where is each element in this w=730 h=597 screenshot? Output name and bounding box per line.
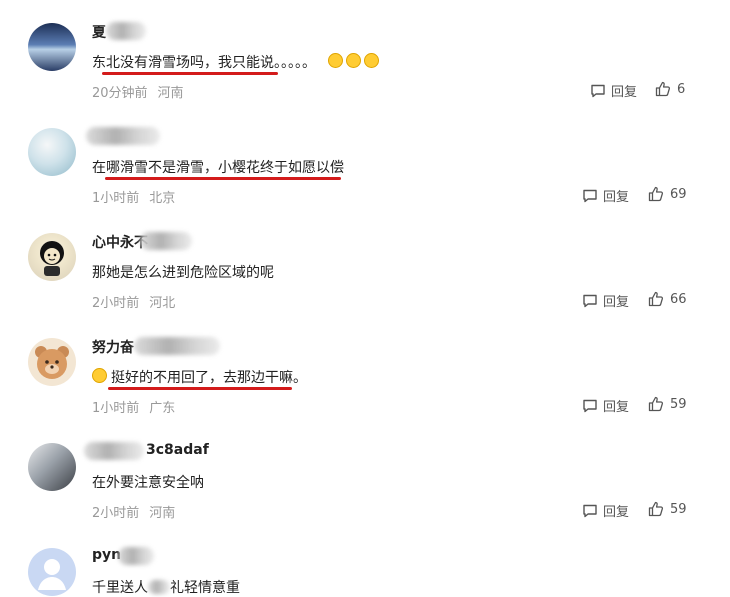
reply-button[interactable]: 回复 — [590, 81, 637, 100]
like-button[interactable]: 66 — [648, 291, 687, 307]
comment-bubble-icon — [582, 398, 598, 414]
reply-button[interactable]: 回复 — [582, 291, 629, 310]
thumbs-up-icon — [648, 291, 664, 307]
comment-text: 千里送人 礼轻情意重 — [92, 580, 240, 596]
smile-emoji-icon — [364, 53, 379, 68]
comment-item: 在哪滑雪不是滑雪，小樱花终于如愿以偿 1小时前 北京 回复 69 — [0, 105, 730, 210]
username[interactable]: 努力奋 — [92, 337, 134, 357]
comment-text: 在哪滑雪不是滑雪，小樱花终于如愿以偿 — [92, 160, 344, 176]
comment-bubble-icon — [582, 188, 598, 204]
default-user-icon — [38, 559, 66, 590]
username[interactable]: 夏 — [92, 22, 106, 42]
username[interactable]: 3c8adaf — [146, 442, 209, 458]
reply-button[interactable]: 回复 — [582, 186, 629, 205]
thumbs-up-icon — [648, 186, 664, 202]
like-button[interactable]: 6 — [655, 81, 685, 97]
comment-item: 心中永不 那她是怎么进到危险区域的呢 2小时前 河北 回复 66 — [0, 210, 730, 315]
comment-meta: 2小时前 河南 — [92, 506, 176, 521]
smile-emoji-icon — [92, 368, 107, 383]
blurred-username — [118, 547, 154, 565]
thumbs-up-icon — [648, 396, 664, 412]
blurred-text — [148, 580, 170, 594]
blurred-username — [84, 442, 144, 460]
like-button[interactable]: 69 — [648, 186, 687, 202]
thumbs-up-icon — [655, 81, 671, 97]
comment-item: 努力奋 挺好的不用回了，去那边干嘛。 1小时前 广东 回复 59 — [0, 315, 730, 420]
red-underline-annotation — [105, 177, 341, 180]
user-avatar[interactable] — [28, 443, 76, 491]
blurred-username — [86, 127, 160, 145]
comment-item: 3c8adaf 在外要注意安全呐 2小时前 河南 回复 59 — [0, 420, 730, 525]
comment-text: 那她是怎么进到危险区域的呢 — [92, 265, 274, 281]
blurred-username — [106, 22, 146, 40]
comment-bubble-icon — [582, 293, 598, 309]
like-button[interactable]: 59 — [648, 396, 687, 412]
comment-text: 在外要注意安全呐 — [92, 475, 204, 491]
comment-text: 东北没有滑雪场吗，我只能说。。。。。 — [92, 52, 379, 72]
user-avatar[interactable] — [28, 233, 76, 281]
comment-meta: 20分钟前 河南 — [92, 86, 184, 101]
smile-emoji-icon — [328, 53, 343, 68]
blurred-username — [134, 337, 220, 355]
cartoon-face-icon — [40, 241, 64, 276]
blurred-username — [140, 232, 192, 250]
thumbs-up-icon — [648, 501, 664, 517]
comment-text: 挺好的不用回了，去那边干嘛。 — [92, 367, 307, 387]
comment-item: 夏 东北没有滑雪场吗，我只能说。。。。。 20分钟前 河南 回复 6 — [0, 0, 730, 105]
username[interactable]: pyn — [92, 547, 121, 563]
comment-item: pyn 千里送人 礼轻情意重 — [0, 525, 730, 596]
reply-button[interactable]: 回复 — [582, 396, 629, 415]
red-underline-annotation — [108, 387, 292, 390]
bear-avatar-icon — [35, 346, 69, 379]
reply-button[interactable]: 回复 — [582, 501, 629, 520]
red-underline-annotation — [102, 72, 278, 75]
smile-emoji-icon — [346, 53, 361, 68]
comment-bubble-icon — [582, 503, 598, 519]
comment-bubble-icon — [590, 83, 606, 99]
user-avatar[interactable] — [28, 338, 76, 386]
user-avatar[interactable] — [28, 548, 76, 596]
user-avatar[interactable] — [28, 128, 76, 176]
comment-meta: 1小时前 广东 — [92, 401, 176, 416]
comment-meta: 1小时前 北京 — [92, 191, 176, 206]
comment-meta: 2小时前 河北 — [92, 296, 176, 311]
user-avatar[interactable] — [28, 23, 76, 71]
like-button[interactable]: 59 — [648, 501, 687, 517]
